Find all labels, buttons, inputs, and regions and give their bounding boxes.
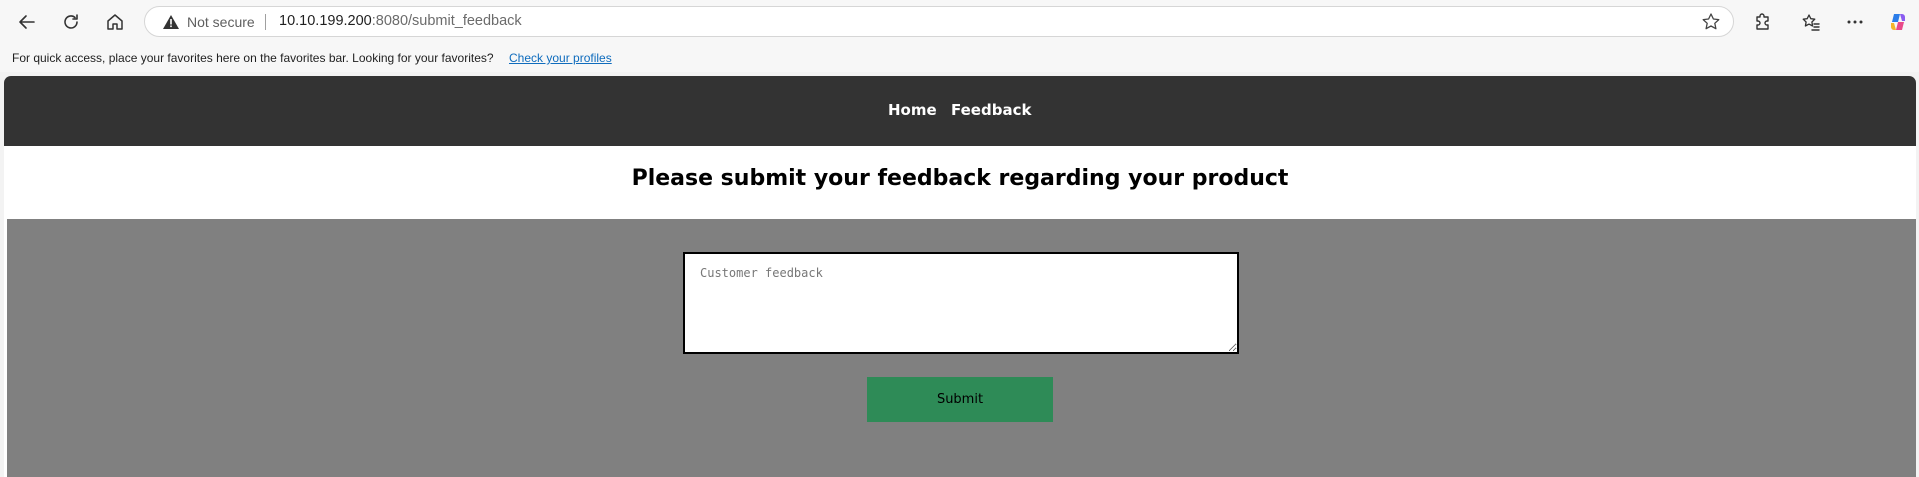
copilot-button[interactable]	[1883, 7, 1913, 37]
security-label[interactable]: Not secure	[187, 14, 255, 30]
submit-button[interactable]: Submit	[867, 377, 1053, 422]
url-text[interactable]: 10.10.199.200:8080/submit_feedback	[279, 13, 522, 29]
top-nav: Home Feedback	[4, 76, 1916, 146]
feedback-form: Submit	[7, 219, 1916, 477]
web-page: Home Feedback Please submit your feedbac…	[4, 76, 1916, 477]
copilot-icon	[1891, 14, 1905, 30]
address-bar[interactable]: Not secure 10.10.199.200:8080/submit_fee…	[144, 6, 1734, 37]
favorites-bar: For quick access, place your favorites h…	[0, 44, 1919, 72]
favorites-bar-message: For quick access, place your favorites h…	[12, 51, 494, 65]
page-title: Please submit your feedback regarding yo…	[631, 166, 1289, 191]
back-button[interactable]	[12, 7, 42, 37]
warning-icon[interactable]	[162, 14, 180, 30]
favorites-button[interactable]	[1796, 7, 1826, 37]
nav-home-link[interactable]: Home	[888, 101, 937, 119]
favorites-list-icon	[1802, 14, 1820, 31]
back-arrow-icon	[19, 15, 35, 29]
nav-feedback-link[interactable]: Feedback	[951, 101, 1031, 119]
home-icon	[107, 14, 123, 30]
browser-toolbar: Not secure 10.10.199.200:8080/submit_fee…	[0, 0, 1919, 44]
more-dots-icon	[1847, 20, 1863, 24]
address-separator	[265, 14, 266, 30]
refresh-button[interactable]	[56, 7, 86, 37]
favorite-star-icon[interactable]	[1701, 12, 1721, 32]
extensions-button[interactable]	[1748, 7, 1778, 37]
refresh-icon	[64, 14, 78, 29]
puzzle-icon	[1756, 13, 1769, 30]
url-path: :8080/submit_feedback	[371, 13, 522, 29]
check-profiles-link[interactable]: Check your profiles	[509, 51, 612, 65]
more-button[interactable]	[1840, 7, 1870, 37]
customer-feedback-textarea[interactable]	[683, 252, 1239, 354]
url-host: 10.10.199.200	[279, 13, 372, 29]
home-button[interactable]	[100, 7, 130, 37]
